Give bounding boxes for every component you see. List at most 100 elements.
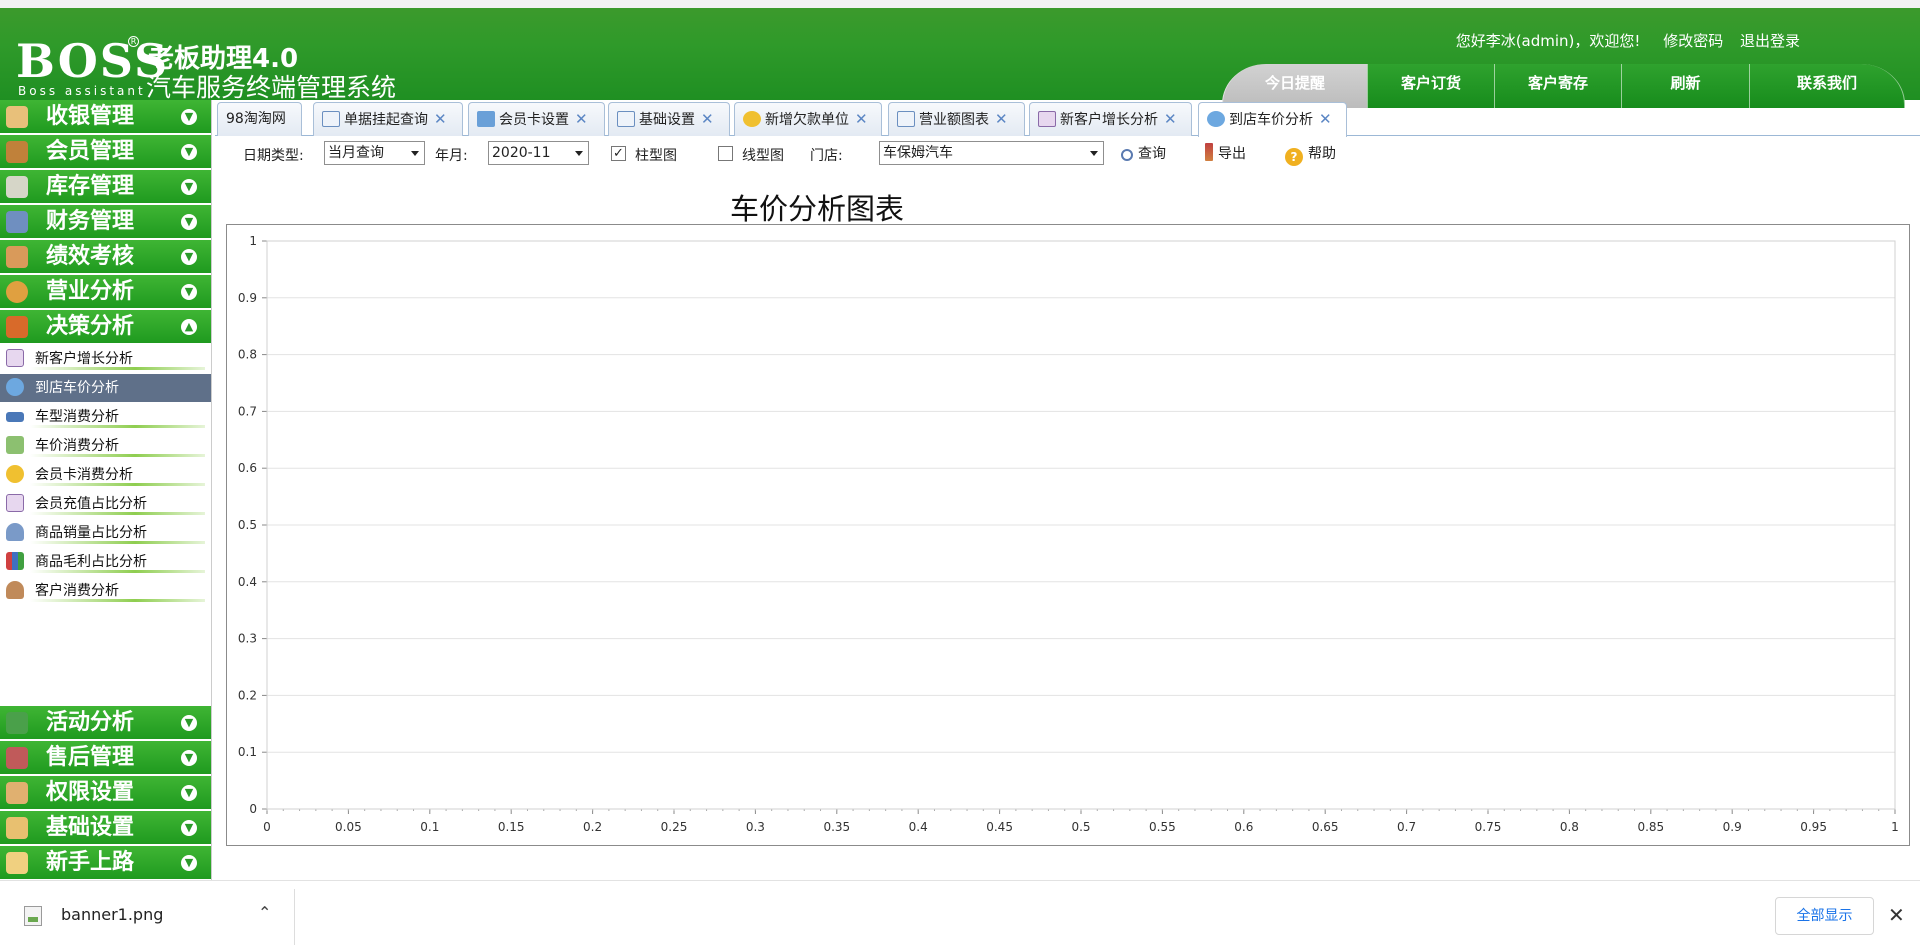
chart-title: 车价分析图表 — [730, 192, 905, 226]
beginner-icon — [6, 852, 28, 874]
app-header: BOSS R Boss assistant 老板助理4.0 汽车服务终端管理系统… — [0, 0, 1920, 108]
greeting-text: 您好李冰(admin)，欢迎您! — [1455, 32, 1641, 50]
help-button[interactable]: ? 帮助 — [1285, 142, 1336, 166]
tab-label: 会员卡设置 — [499, 112, 569, 128]
divider — [30, 483, 205, 486]
tab-basic-settings[interactable]: 基础设置 ✕ — [608, 102, 730, 136]
sidebar-item-car-price-analysis[interactable]: 到店车价分析 — [0, 374, 211, 402]
menu-beginner-guide[interactable]: 新手上路 ▼ — [0, 846, 211, 880]
tab-suspended-order-query[interactable]: 单据挂起查询 ✕ — [313, 102, 463, 136]
tab-label: 营业额图表 — [919, 112, 989, 128]
menu-label: 财务管理 — [46, 209, 135, 234]
sidebar-item-car-model-consumption[interactable]: 车型消费分析 — [0, 403, 211, 431]
store-label: 门店: — [810, 148, 843, 164]
chevron-down-icon: ▼ — [181, 820, 197, 836]
month-label: 年月: — [435, 148, 468, 164]
close-icon[interactable]: ✕ — [1319, 110, 1332, 128]
download-filename[interactable]: banner1.png — [61, 905, 163, 924]
download-bar: banner1.png ⌃ 全部显示 ✕ — [0, 880, 1920, 949]
tab-revenue-chart[interactable]: 营业额图表 ✕ — [888, 102, 1025, 136]
sidebar-item-product-sales-ratio[interactable]: 商品销量占比分析 — [0, 519, 211, 547]
show-all-button[interactable]: 全部显示 — [1775, 897, 1874, 935]
menu-business-analysis[interactable]: 营业分析 ▼ — [0, 275, 211, 309]
store-select[interactable]: 车保姆汽车 — [879, 141, 1104, 165]
line-chart-checkbox[interactable] — [718, 146, 733, 161]
close-icon[interactable]: ✕ — [701, 110, 714, 128]
divider — [294, 889, 295, 945]
y-tick-label: 0 — [249, 802, 257, 816]
chevron-down-icon: ▼ — [181, 214, 197, 230]
x-tick-label: 0.15 — [498, 820, 525, 834]
query-button[interactable]: 查询 — [1121, 142, 1166, 166]
sidebar-item-product-margin-ratio[interactable]: 商品毛利占比分析 — [0, 548, 211, 576]
date-type-select[interactable]: 当月查询 — [324, 141, 425, 165]
export-button[interactable]: 导出 — [1205, 142, 1246, 166]
tab-label: 单据挂起查询 — [344, 112, 428, 128]
bar-chart-checkbox[interactable]: ✓ — [611, 146, 626, 161]
export-icon — [1205, 143, 1213, 161]
close-icon[interactable]: ✕ — [1888, 903, 1905, 927]
menu-permission[interactable]: 权限设置 ▼ — [0, 776, 211, 810]
image-file-icon — [24, 906, 42, 926]
close-icon[interactable]: ✕ — [575, 110, 588, 128]
change-password-link[interactable]: 修改密码 — [1663, 32, 1723, 50]
chevron-up-icon[interactable]: ⌃ — [258, 903, 271, 922]
tab-label: 新增欠款单位 — [765, 112, 849, 128]
divider — [30, 425, 205, 428]
sidebar-item-label: 会员卡消费分析 — [35, 467, 133, 483]
pie-chart-icon — [1207, 111, 1225, 127]
store-value: 车保姆汽车 — [883, 145, 953, 161]
coins-icon — [6, 465, 24, 483]
chevron-down-icon: ▼ — [181, 109, 197, 125]
x-tick-label: 0.65 — [1312, 820, 1339, 834]
close-icon[interactable]: ✕ — [434, 110, 447, 128]
coins-icon — [743, 111, 761, 127]
sidebar-item-member-card-consumption[interactable]: 会员卡消费分析 — [0, 461, 211, 489]
chevron-down-icon: ▼ — [181, 785, 197, 801]
menu-performance[interactable]: 绩效考核 ▼ — [0, 240, 211, 274]
menu-cashier[interactable]: 收银管理 ▼ — [0, 100, 211, 134]
tab-member-card-settings[interactable]: 会员卡设置 ✕ — [468, 102, 605, 136]
month-select[interactable]: 2020-11 — [488, 141, 589, 165]
registered-mark-icon: R — [128, 36, 139, 47]
chart-svg: 0 0.1 0.2 0.3 0.4 0.5 0.6 0.7 0.8 0.9 1 0 0.05 0.1 0.1… — [238, 234, 1899, 834]
menu-finance[interactable]: 财务管理 ▼ — [0, 205, 211, 239]
x-tick-label: 0.6 — [1234, 820, 1253, 834]
bar-chart-label: 柱型图 — [635, 148, 677, 164]
tab-car-price-analysis[interactable]: 到店车价分析 ✕ — [1198, 102, 1347, 137]
logout-link[interactable]: 退出登录 — [1740, 32, 1800, 50]
close-icon[interactable]: ✕ — [995, 110, 1008, 128]
dropdown-arrow-icon — [411, 151, 419, 156]
export-label: 导出 — [1218, 146, 1246, 162]
card-icon — [477, 111, 495, 127]
tab-new-debt-unit[interactable]: 新增欠款单位 ✕ — [734, 102, 882, 136]
y-tick-label: 0.8 — [238, 348, 257, 362]
bar-chart-icon — [6, 552, 24, 570]
tab-new-customer-growth[interactable]: 新客户增长分析 ✕ — [1029, 102, 1192, 136]
menu-inventory[interactable]: 库存管理 ▼ — [0, 170, 211, 204]
finance-icon — [6, 211, 28, 233]
activity-icon — [6, 712, 28, 734]
divider — [30, 570, 205, 573]
sidebar-item-member-recharge-ratio[interactable]: 会员充值占比分析 — [0, 490, 211, 518]
sidebar-item-car-price-consumption[interactable]: 车价消费分析 — [0, 432, 211, 460]
menu-decision-analysis[interactable]: 决策分析 ▲ — [0, 310, 211, 344]
menu-after-sales[interactable]: 售后管理 ▼ — [0, 741, 211, 775]
tab-98taotao[interactable]: 98淘淘网 — [217, 102, 302, 136]
help-icon: ? — [1285, 148, 1303, 166]
sidebar-item-new-customer-growth[interactable]: 新客户增长分析 — [0, 345, 211, 373]
month-value: 2020-11 — [492, 145, 551, 161]
decision-analysis-icon — [6, 316, 28, 338]
y-tick-label: 0.5 — [238, 518, 257, 532]
sidebar-item-customer-consumption[interactable]: 客户消费分析 — [0, 577, 211, 605]
query-label: 查询 — [1138, 146, 1166, 162]
menu-label: 基础设置 — [46, 815, 135, 840]
chart-area: 0 0.1 0.2 0.3 0.4 0.5 0.6 0.7 0.8 0.9 1 0 0.05 0.1 0.1… — [226, 224, 1910, 846]
menu-basic-settings[interactable]: 基础设置 ▼ — [0, 811, 211, 845]
menu-activity-analysis[interactable]: 活动分析 ▼ — [0, 706, 211, 740]
close-icon[interactable]: ✕ — [1164, 110, 1177, 128]
table-icon — [322, 111, 340, 127]
close-icon[interactable]: ✕ — [855, 110, 868, 128]
menu-member[interactable]: 会员管理 ▼ — [0, 135, 211, 169]
tab-label: 基础设置 — [639, 112, 695, 128]
